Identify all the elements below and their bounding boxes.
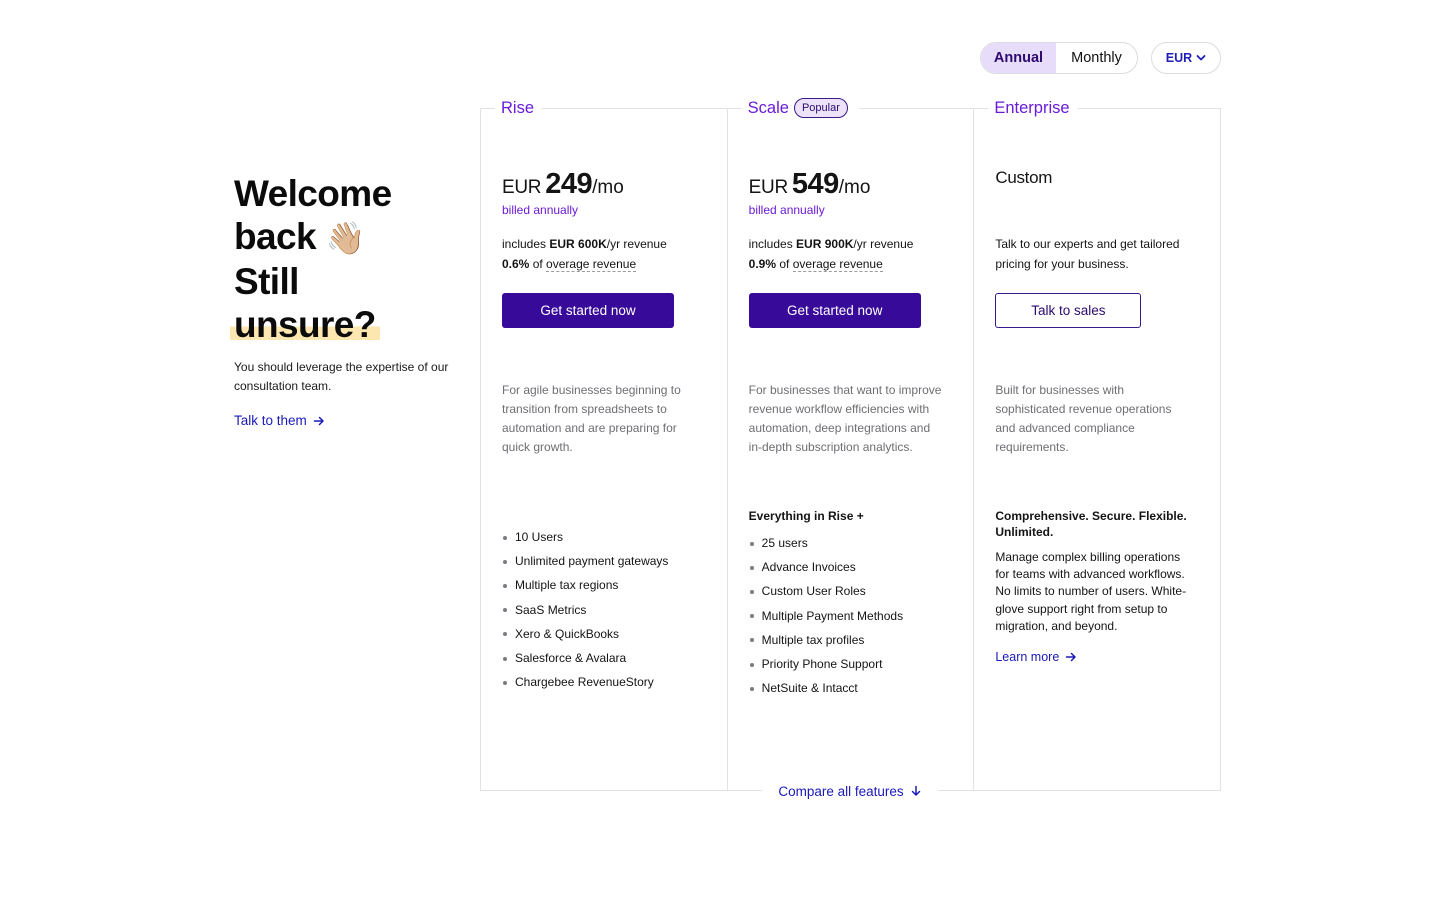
plan-price: Custom (995, 168, 1056, 188)
plan-price: EUR 549 /mo (749, 168, 871, 201)
arrow-down-icon (911, 785, 920, 796)
feature-list-heading: Everything in Rise + (748, 509, 864, 523)
get-started-button[interactable]: Get started now (502, 293, 674, 328)
feature-item: Multiple tax regions (502, 573, 702, 597)
compare-all-features-link[interactable]: Compare all features (762, 780, 938, 802)
plan-price: EUR 249 /mo (502, 168, 624, 201)
feature-item: Chargebee RevenueStory (502, 670, 702, 694)
chevron-down-icon (1196, 55, 1206, 61)
feature-item: Multiple tax profiles (749, 628, 949, 652)
price-custom: Custom (995, 168, 1053, 187)
feature-item: Unlimited payment gateways (502, 549, 702, 573)
feature-item: Priority Phone Support (749, 652, 949, 676)
feature-item: 25 users (749, 531, 949, 555)
arrow-right-icon (313, 416, 324, 425)
feature-list: Comprehensive. Secure. Flexible. Unlimit… (995, 508, 1195, 666)
billing-note: billed annually (502, 203, 579, 217)
card-border-top (1078, 108, 1221, 109)
plan-description: For agile businesses beginning to transi… (502, 383, 681, 454)
hero-heading: Welcome back 👋🏼 Still unsure? (230, 172, 454, 346)
plan-header: Rise (495, 96, 541, 120)
feature-item: SaaS Metrics (502, 598, 702, 622)
feature-list-heading: Comprehensive. Secure. Flexible. Unlimit… (995, 509, 1187, 539)
hero-section: Welcome back 👋🏼 Still unsure? You should… (230, 172, 454, 430)
get-started-button[interactable]: Get started now (748, 293, 921, 328)
feature-item: Advance Invoices (749, 555, 949, 579)
plan-description: For businesses that want to improve reve… (748, 383, 942, 454)
pricing-plans: Rise EUR 249 /mo billed annually include… (480, 96, 1221, 791)
includes-prefix: includes (748, 237, 797, 251)
compare-label: Compare all features (778, 783, 904, 799)
feature-item: 10 Users (502, 525, 702, 549)
billing-note: billed annually (748, 203, 825, 217)
enterprise-body: Manage complex billing operations for te… (995, 550, 1187, 633)
feature-item: Salesforce & Avalara (502, 646, 702, 670)
popular-badge: Popular (793, 98, 848, 118)
hero-line-1: Welcome (234, 173, 392, 214)
talk-to-sales-button[interactable]: Talk to sales (995, 293, 1142, 328)
includes-suffix: /yr revenue (853, 237, 914, 251)
plan-card-enterprise: Enterprise Custom Talk to our experts an… (974, 96, 1221, 790)
plan-card-scale: Scale Popular EUR 549 /mo billed annuall… (727, 96, 975, 790)
learn-more-label: Learn more (995, 650, 1060, 665)
includes-amount: EUR 600K (549, 237, 607, 251)
hero-line-2: back (234, 216, 317, 257)
billing-option-annual[interactable]: Annual (981, 43, 1056, 73)
price-amount: 549 (791, 168, 839, 200)
overage-revenue-tooltip[interactable]: overage revenue (792, 256, 883, 272)
currency-value: EUR (1165, 51, 1193, 65)
plan-includes: Talk to our experts and get tailored pri… (995, 237, 1180, 271)
feature-item: Xero & QuickBooks (502, 622, 702, 646)
card-border-top (541, 108, 727, 109)
hero-line-3-prefix: Still (234, 261, 299, 302)
billing-option-monthly[interactable]: Monthly (1056, 43, 1137, 73)
price-period: /mo (838, 177, 871, 198)
feature-item: Custom User Roles (749, 579, 949, 603)
hero-highlight: unsure? (230, 304, 380, 345)
overage-of: of (776, 256, 793, 271)
price-period: /mo (592, 177, 624, 198)
card-border-top (727, 108, 742, 109)
talk-to-them-label: Talk to them (234, 413, 307, 428)
learn-more-link[interactable]: Learn more (995, 650, 1077, 664)
plan-header: Enterprise (988, 96, 1076, 120)
card-border-top (481, 108, 495, 109)
includes-amount: EUR 900K (796, 237, 854, 251)
overage-rate: 0.6% (502, 256, 530, 271)
includes-prefix: includes (502, 237, 550, 251)
includes-suffix: /yr revenue (606, 237, 667, 251)
price-currency: EUR (748, 177, 789, 198)
plan-name: Scale (747, 99, 789, 117)
overage-of: of (529, 256, 547, 271)
price-currency: EUR (502, 177, 542, 198)
arrow-right-icon (1066, 652, 1077, 662)
feature-list: 10 Users Unlimited payment gateways Mult… (502, 525, 702, 694)
card-border-top (974, 108, 989, 109)
plan-name: Rise (501, 99, 535, 117)
price-amount: 249 (545, 168, 593, 200)
feature-item: NetSuite & Intacct (749, 676, 949, 700)
plan-includes: includes EUR 600K/yr revenue 0.6% of ove… (502, 235, 667, 274)
hero-subtitle: You should leverage the expertise of our… (234, 360, 449, 393)
overage-revenue-tooltip[interactable]: overage revenue (546, 256, 637, 272)
plan-header: Scale Popular (741, 96, 854, 120)
currency-select[interactable]: EUR (1151, 42, 1221, 74)
plan-name: Enterprise (994, 99, 1070, 117)
feature-list: Everything in Rise + 25 users Advance In… (749, 508, 949, 700)
waving-hand-icon: 👋🏼 (325, 220, 366, 256)
plan-includes: includes EUR 900K/yr revenue 0.9% of ove… (748, 235, 914, 274)
feature-item: Multiple Payment Methods (749, 604, 949, 628)
plan-description: Built for businesses with sophisticated … (995, 383, 1172, 454)
overage-rate: 0.9% (748, 256, 777, 271)
billing-period-toggle[interactable]: Annual Monthly (980, 42, 1138, 74)
talk-to-them-link[interactable]: Talk to them (234, 413, 325, 428)
card-border-top (858, 108, 974, 109)
plan-card-rise: Rise EUR 249 /mo billed annually include… (481, 96, 728, 790)
